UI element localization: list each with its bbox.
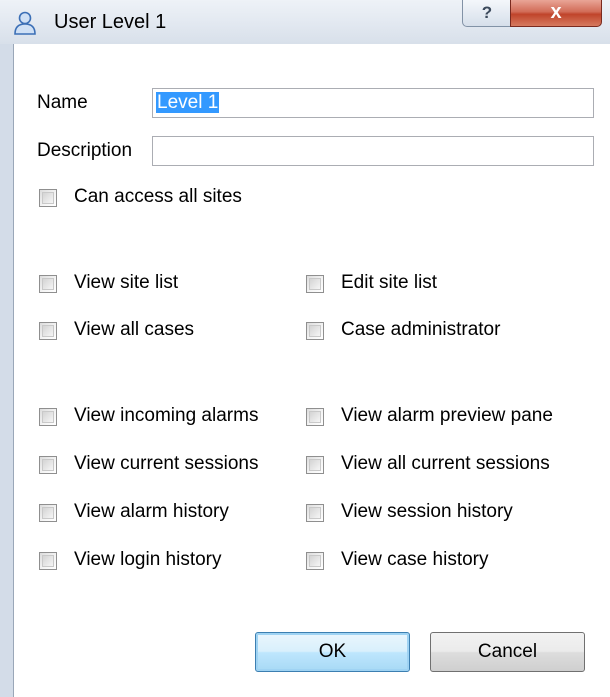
name-field[interactable]: Level 1 [152, 88, 594, 118]
view-alarm-history-checkbox[interactable] [39, 504, 57, 522]
dialog-window: User Level 1 ? x Name Level 1 Descriptio… [0, 0, 610, 697]
edit-site-list-checkbox[interactable] [306, 275, 324, 293]
view-current-sessions-checkbox[interactable] [39, 456, 57, 474]
help-button[interactable]: ? [462, 0, 512, 27]
cancel-button[interactable]: Cancel [430, 632, 585, 672]
view-all-cases-label: View all cases [74, 319, 195, 340]
view-alarm-preview-pane-checkbox[interactable] [306, 408, 324, 426]
view-site-list-label: View site list [74, 272, 179, 293]
ok-button[interactable]: OK [255, 632, 410, 672]
view-all-current-sessions-label: View all current sessions [341, 453, 550, 474]
view-alarm-history-label: View alarm history [74, 501, 229, 522]
view-login-history-checkbox[interactable] [39, 552, 57, 570]
window-title: User Level 1 [54, 11, 167, 33]
description-label: Description [37, 140, 133, 161]
user-icon [14, 11, 36, 35]
view-site-list-checkbox[interactable] [39, 275, 57, 293]
view-all-cases-checkbox[interactable] [39, 322, 57, 340]
close-button[interactable]: x [510, 0, 602, 27]
description-field[interactable] [152, 136, 594, 166]
edit-site-list-label: Edit site list [341, 272, 438, 293]
view-incoming-alarms-label: View incoming alarms [74, 405, 259, 426]
view-alarm-preview-pane-label: View alarm preview pane [341, 405, 553, 426]
case-administrator-checkbox[interactable] [306, 322, 324, 340]
name-value: Level 1 [156, 92, 220, 113]
view-login-history-label: View login history [74, 549, 222, 570]
view-session-history-label: View session history [341, 501, 513, 522]
view-current-sessions-label: View current sessions [74, 453, 259, 474]
title-bar[interactable]: User Level 1 ? x [0, 0, 610, 44]
case-administrator-label: Case administrator [341, 319, 501, 340]
can-access-all-sites-label: Can access all sites [74, 186, 242, 207]
dialog-body: Name Level 1 Description Can access all … [13, 44, 610, 697]
name-label: Name [37, 92, 88, 113]
view-case-history-checkbox[interactable] [306, 552, 324, 570]
can-access-all-sites-checkbox[interactable] [39, 189, 57, 207]
view-all-current-sessions-checkbox[interactable] [306, 456, 324, 474]
view-session-history-checkbox[interactable] [306, 504, 324, 522]
view-case-history-label: View case history [341, 549, 489, 570]
view-incoming-alarms-checkbox[interactable] [39, 408, 57, 426]
